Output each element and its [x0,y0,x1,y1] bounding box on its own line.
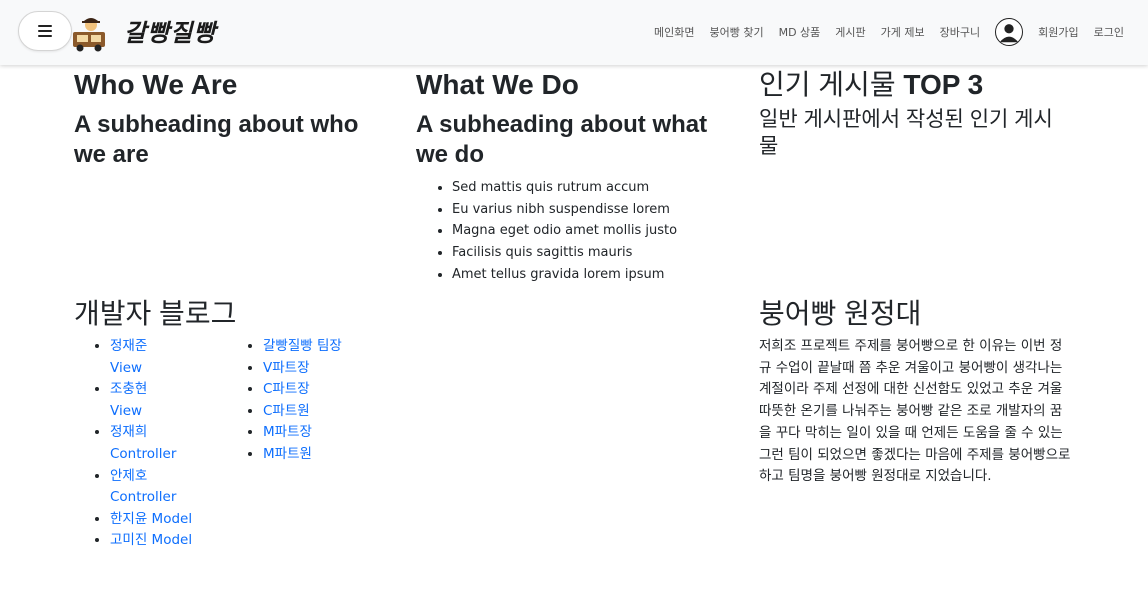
blog-link-anjeho[interactable]: 안제호 Controller [110,468,176,506]
signup-link[interactable]: 회원가입 [1038,24,1078,40]
blog-link-team-leader[interactable]: 갈빵질빵 팀장 [263,338,342,354]
blog-link-jeongjaejun[interactable]: 정재준 View [110,338,147,376]
developer-blog-list-right: 갈빵질빵 팀장 V파트장 C파트장 C파트원 M파트장 M파트원 [227,336,397,552]
what-we-do-heading: What We Do [416,69,579,100]
brand-name[interactable]: 갈빵질빵 [124,13,216,48]
popular-posts-section: 인기 게시물 TOP 3 일반 게시판에서 작성된 인기 게시물 [759,68,1079,160]
food-truck-logo[interactable] [70,14,110,54]
who-we-are-subheading: A subheading about who we are [74,111,359,168]
list-item: Facilisis quis sagittis mauris [452,242,726,264]
popular-posts-heading: 인기 게시물 TOP 3 [759,69,984,100]
developer-blog-list-left: 정재준 View 조충현 View 정재희 Controller 안제호 Con… [74,336,227,552]
blog-link-jeongjaehee[interactable]: 정재희 Controller [110,424,176,462]
blog-link-c-part-leader[interactable]: C파트장 [263,381,310,397]
expedition-description: 저희조 프로젝트 주제를 붕어빵으로 한 이유는 이번 정규 수업이 끝날때 쯤… [759,338,1071,485]
nav-store-report-link[interactable]: 가게 제보 [881,24,925,40]
hamburger-icon [38,25,52,37]
what-we-do-section: What We Do A subheading about what we do… [416,68,726,286]
what-we-do-list: Sed mattis quis rutrum accum Eu varius n… [416,177,726,286]
user-avatar-icon[interactable] [995,17,1024,46]
nav-board-link[interactable]: 게시판 [835,24,865,40]
blog-link-hanjiyun[interactable]: 한지윤 Model [110,511,192,527]
nav-links: 메인화면 붕어빵 찾기 MD 상품 게시판 가게 제보 장바구니 회원가입 로그… [654,0,1124,63]
list-item: Amet tellus gravida lorem ipsum [452,264,726,286]
expedition-heading: 붕어빵 원정대 [759,298,922,329]
what-we-do-subheading: A subheading about what we do [416,111,708,168]
blog-link-c-part-member[interactable]: C파트원 [263,403,310,419]
blog-link-gomijin[interactable]: 고미진 Model [110,532,192,548]
menu-toggle-button[interactable] [18,11,72,51]
blog-link-v-part-leader[interactable]: V파트장 [263,360,310,376]
developer-blog-columns: 정재준 View 조충현 View 정재희 Controller 안제호 Con… [74,336,404,552]
nav-find-bungeoppang-link[interactable]: 붕어빵 찾기 [709,24,763,40]
who-we-are-section: Who We Are A subheading about who we are [74,68,374,170]
top-navbar: 갈빵질빵 메인화면 붕어빵 찾기 MD 상품 게시판 가게 제보 장바구니 회원… [0,0,1148,65]
list-item: Eu varius nibh suspendisse lorem [452,199,726,221]
login-link[interactable]: 로그인 [1094,24,1124,40]
who-we-are-heading: Who We Are [74,69,238,100]
bungeoppang-expedition-section: 붕어빵 원정대 저희조 프로젝트 주제를 붕어빵으로 한 이유는 이번 정규 수… [759,297,1071,488]
nav-cart-link[interactable]: 장바구니 [940,24,980,40]
developer-blog-section: 개발자 블로그 정재준 View 조충현 View 정재희 Controller… [74,297,404,552]
blog-link-jochunghyun[interactable]: 조충현 View [110,381,147,419]
list-item: Magna eget odio amet mollis justo [452,220,726,242]
developer-blog-heading: 개발자 블로그 [74,298,237,329]
nav-md-goods-link[interactable]: MD 상품 [779,24,821,40]
popular-posts-subheading: 일반 게시판에서 작성된 인기 게시물 [759,108,1053,158]
blog-link-m-part-member[interactable]: M파트원 [263,446,312,462]
nav-home-link[interactable]: 메인화면 [654,24,694,40]
list-item: Sed mattis quis rutrum accum [452,177,726,199]
blog-link-m-part-leader[interactable]: M파트장 [263,424,312,440]
